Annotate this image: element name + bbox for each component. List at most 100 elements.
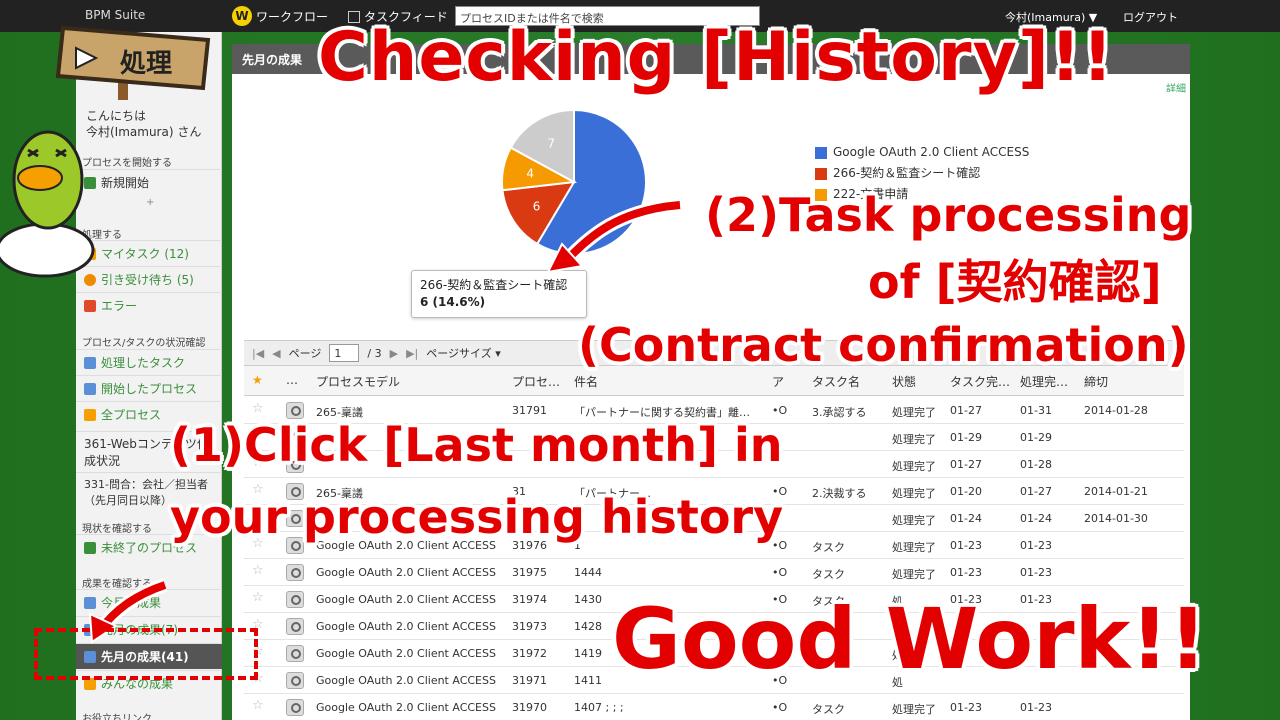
- sidebar-item-processed-tasks[interactable]: 処理したタスク: [76, 349, 222, 375]
- cell-task-done: 01-23: [950, 566, 982, 579]
- col-subject[interactable]: 件名: [574, 373, 598, 390]
- search-icon[interactable]: [286, 564, 304, 581]
- cell-process-done: 01-24: [1020, 512, 1052, 525]
- cell-task-name: 3.承認する: [812, 406, 867, 419]
- cell-task-name: タスク: [812, 568, 845, 581]
- grid-icon: [84, 408, 96, 421]
- cell-task-done: 01-23: [950, 539, 982, 552]
- list-icon: [84, 356, 96, 369]
- chart-tooltip: 266-契約＆監査シート確認 6 (14.6%): [411, 270, 587, 318]
- overlay-good-work: Good Work!!: [612, 590, 1208, 688]
- cell-subject: 1428: [574, 620, 602, 633]
- cell-action: •O: [772, 701, 788, 714]
- cell-process-done: 01-27: [1020, 485, 1052, 498]
- cell-process-done: 01-23: [1020, 701, 1052, 714]
- cell-process-done: 01-23: [1020, 566, 1052, 579]
- legend-label: Google OAuth 2.0 Client ACCESS: [833, 145, 1030, 159]
- cell-status: 処理完了: [892, 703, 936, 716]
- section-status: プロセス/タスクの状況確認: [82, 338, 206, 349]
- first-page-button[interactable]: |◀: [252, 347, 264, 360]
- legend-item[interactable]: 266-契約＆監査シート確認: [815, 163, 1029, 184]
- cell-task-done: 01-24: [950, 512, 982, 525]
- section-current: 現状を確認する: [82, 524, 152, 535]
- sign-text: 処理: [120, 49, 172, 79]
- sidebar-item-error[interactable]: エラー: [76, 292, 222, 318]
- cell-process-done: 01-29: [1020, 431, 1052, 444]
- overlay-step1-line1: (1)Click [Last month] in: [170, 418, 783, 472]
- prev-page-button[interactable]: ◀: [272, 347, 280, 360]
- table-row[interactable]: ☆ Google OAuth 2.0 Client ACCESS 31970 1407…: [244, 694, 1184, 720]
- page-input[interactable]: 1: [329, 344, 360, 362]
- table-row[interactable]: ☆ Google OAuth 2.0 Client ACCESS 31975 1444…: [244, 559, 1184, 586]
- overlay-step2-line1: (2)Task processing: [705, 188, 1192, 242]
- cell-process-id: 31975: [512, 566, 547, 579]
- cell-process-done: 01-23: [1020, 539, 1052, 552]
- cell-subject: 1444: [574, 566, 602, 579]
- last-page-button[interactable]: ▶|: [406, 347, 418, 360]
- pie-slice-label: 6: [533, 199, 541, 213]
- col-status[interactable]: 状態: [892, 373, 916, 390]
- cell-deadline: 2014-01-28: [1084, 404, 1148, 417]
- cell-status: 処理完了: [892, 487, 936, 500]
- pie-slice-label: 7: [547, 137, 555, 151]
- pie-slice-label: 4: [526, 167, 534, 181]
- search-icon[interactable]: [286, 672, 304, 689]
- page-total: / 3: [367, 346, 382, 360]
- workflow-menu[interactable]: W ワークフロー: [232, 4, 328, 28]
- col-process-model[interactable]: プロセスモデル: [316, 373, 400, 390]
- cell-subject: 1419: [574, 647, 602, 660]
- cell-task-done: 01-27: [950, 404, 982, 417]
- cell-action: •O: [772, 404, 788, 417]
- col-deadline[interactable]: 締切: [1084, 373, 1108, 390]
- star-icon[interactable]: ★: [252, 373, 263, 387]
- star-icon[interactable]: ☆: [252, 563, 264, 578]
- page-size-select[interactable]: ページサイズ ▾: [426, 345, 500, 361]
- cell-deadline: 2014-01-30: [1084, 512, 1148, 525]
- cell-task-done: 01-27: [950, 458, 982, 471]
- star-icon[interactable]: ☆: [252, 401, 264, 416]
- col-task-done[interactable]: タスク完…: [950, 373, 1010, 390]
- cell-process-id: 31791: [512, 404, 547, 417]
- search-icon[interactable]: [286, 699, 304, 716]
- cell-status: 処理完了: [892, 514, 936, 527]
- cell-task-done: 01-29: [950, 431, 982, 444]
- legend-item[interactable]: Google OAuth 2.0 Client ACCESS: [815, 142, 1029, 163]
- workflow-logo-icon: W: [232, 6, 252, 26]
- col-process-id[interactable]: プロセ…: [512, 373, 560, 390]
- cell-status: 処理完了: [892, 568, 936, 581]
- logout-link[interactable]: ログアウト: [1123, 9, 1178, 25]
- star-icon[interactable]: ☆: [252, 698, 264, 713]
- sign-board: 処理: [55, 25, 211, 100]
- search-icon[interactable]: [286, 591, 304, 608]
- menu-icon[interactable]: …: [286, 373, 298, 387]
- next-page-button[interactable]: ▶: [390, 347, 398, 360]
- section-links: お役立ちリンク: [82, 714, 152, 720]
- section-results: 成果を確認する: [82, 579, 152, 590]
- search-icon[interactable]: [286, 402, 304, 419]
- list-icon: [84, 382, 96, 395]
- cell-process-model: Google OAuth 2.0 Client ACCESS: [316, 620, 496, 633]
- cell-task-name: タスク: [812, 541, 845, 554]
- cell-action: •O: [772, 566, 788, 579]
- cell-task-done: 01-20: [950, 485, 982, 498]
- col-task-name[interactable]: タスク名: [812, 373, 860, 390]
- cell-process-id: 31971: [512, 674, 547, 687]
- folder-icon: [84, 596, 96, 609]
- col-action[interactable]: ア: [772, 373, 784, 390]
- legend-swatch: [815, 167, 827, 180]
- cell-process-model: Google OAuth 2.0 Client ACCESS: [316, 566, 496, 579]
- highlight-box: [34, 628, 258, 680]
- folder-icon: [84, 541, 96, 554]
- cell-process-done: 01-28: [1020, 458, 1052, 471]
- star-icon[interactable]: ☆: [252, 590, 264, 605]
- col-process-done[interactable]: 処理完…: [1020, 373, 1068, 390]
- search-icon[interactable]: [286, 618, 304, 635]
- mascot-character: [0, 130, 95, 278]
- cell-subject: 1411: [574, 674, 602, 687]
- cell-status: 処理完了: [892, 406, 936, 419]
- sidebar-item-started-processes[interactable]: 開始したプロセス: [76, 375, 222, 401]
- sidebar-item-this-month[interactable]: 今月の成果: [76, 589, 222, 615]
- overlay-title: Checking [History]!!: [318, 18, 1114, 97]
- plus-icon[interactable]: +: [146, 197, 154, 208]
- search-icon[interactable]: [286, 645, 304, 662]
